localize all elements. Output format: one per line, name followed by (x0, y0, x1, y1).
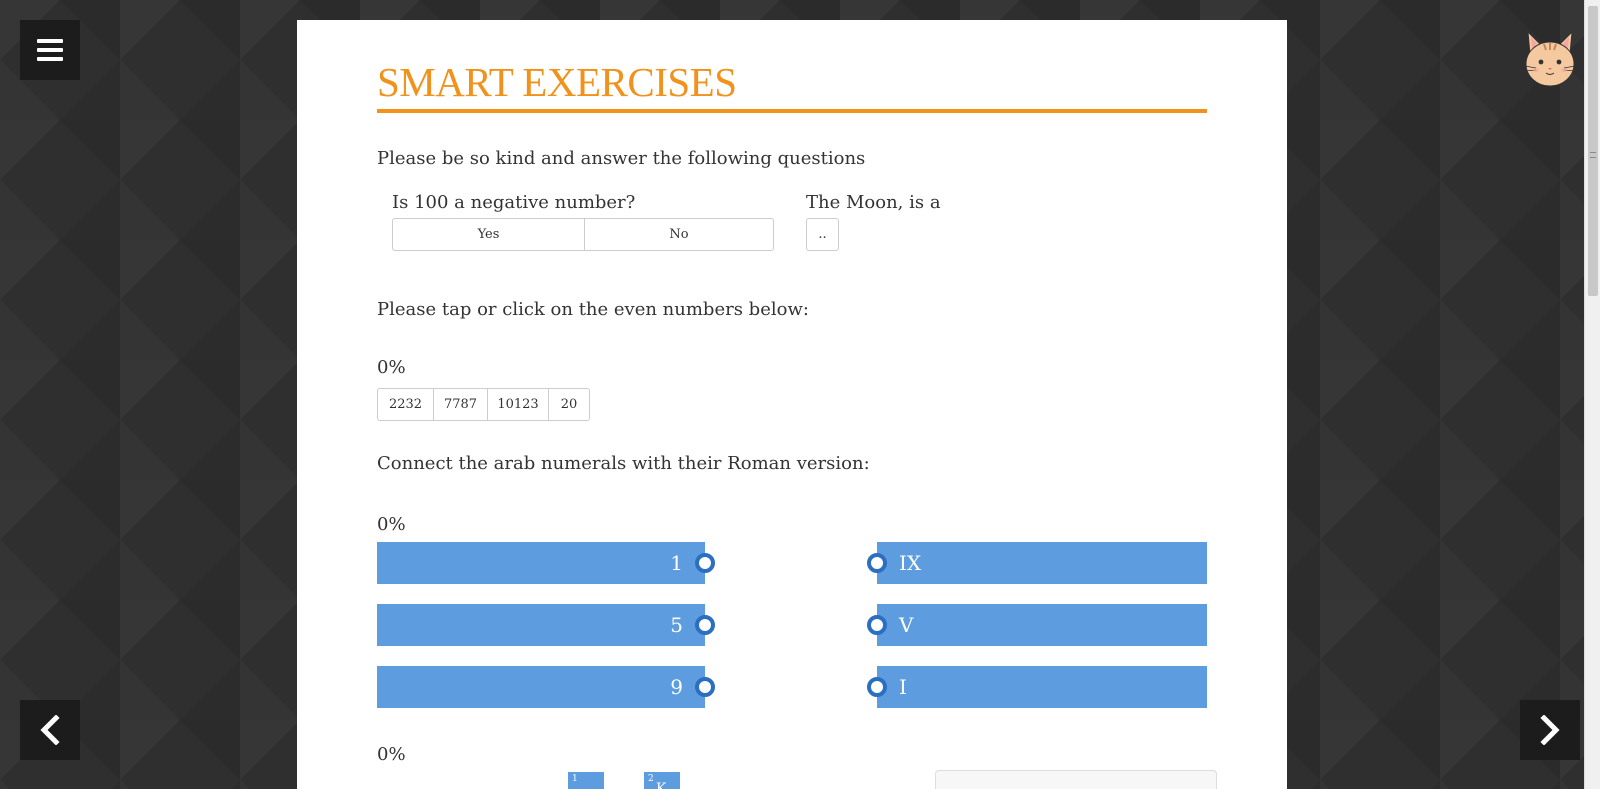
menu-button[interactable] (20, 20, 80, 80)
match-right-item[interactable]: I (877, 666, 1207, 708)
intro-text: Please be so kind and answer the followi… (377, 148, 866, 169)
roman-progress: 0% (377, 514, 406, 535)
crossword-cell-number: 2 (648, 774, 654, 784)
moon-answer-dropdown[interactable]: .. (806, 218, 839, 251)
crossword-progress: 0% (377, 744, 406, 765)
number-option[interactable]: 20 (548, 388, 590, 421)
scrollbar-grip-icon (1590, 152, 1596, 158)
page-scrollbar[interactable] (1584, 0, 1600, 789)
answer-no-button[interactable]: No (584, 218, 774, 251)
page-title: SMART EXERCISES (377, 59, 737, 105)
crossword-clue-panel (935, 770, 1217, 789)
match-right-item[interactable]: V (877, 604, 1207, 646)
even-numbers-prompt: Please tap or click on the even numbers … (377, 299, 809, 320)
number-option[interactable]: 7787 (433, 388, 488, 421)
match-connector-handle[interactable] (867, 677, 887, 697)
match-left-item[interactable]: 1 (377, 542, 705, 584)
match-left-item[interactable]: 5 (377, 604, 705, 646)
number-option[interactable]: 2232 (377, 388, 434, 421)
cat-face-icon[interactable] (1522, 28, 1578, 88)
title-divider (377, 109, 1207, 113)
match-right-item[interactable]: IX (877, 542, 1207, 584)
hamburger-icon (37, 39, 63, 61)
answer-yes-button[interactable]: Yes (392, 218, 585, 251)
match-connector-handle[interactable] (867, 553, 887, 573)
chevron-right-icon (1540, 715, 1560, 745)
question1-options: Yes No (392, 218, 774, 251)
scrollbar-thumb[interactable] (1588, 6, 1598, 296)
even-numbers-options: 2232 7787 10123 20 (377, 388, 590, 421)
crossword-cell-number: 1 (572, 774, 578, 784)
even-numbers-progress: 0% (377, 357, 406, 378)
question2-label: The Moon, is a (806, 192, 941, 213)
match-connector-handle[interactable] (867, 615, 887, 635)
match-connector-handle[interactable] (695, 615, 715, 635)
crossword-cell[interactable]: 2 K (644, 772, 680, 789)
exercise-card: SMART EXERCISES Please be so kind and an… (297, 20, 1287, 789)
crossword-cell-letter: K (656, 781, 667, 789)
match-connector-handle[interactable] (695, 553, 715, 573)
crossword-cell[interactable]: 1 (568, 772, 604, 789)
roman-prompt: Connect the arab numerals with their Rom… (377, 453, 870, 474)
prev-slide-button[interactable] (20, 700, 80, 760)
chevron-left-icon (40, 715, 60, 745)
next-slide-button[interactable] (1520, 700, 1580, 760)
question1-label: Is 100 a negative number? (392, 192, 636, 213)
number-option[interactable]: 10123 (487, 388, 549, 421)
match-connector-handle[interactable] (695, 677, 715, 697)
match-left-item[interactable]: 9 (377, 666, 705, 708)
